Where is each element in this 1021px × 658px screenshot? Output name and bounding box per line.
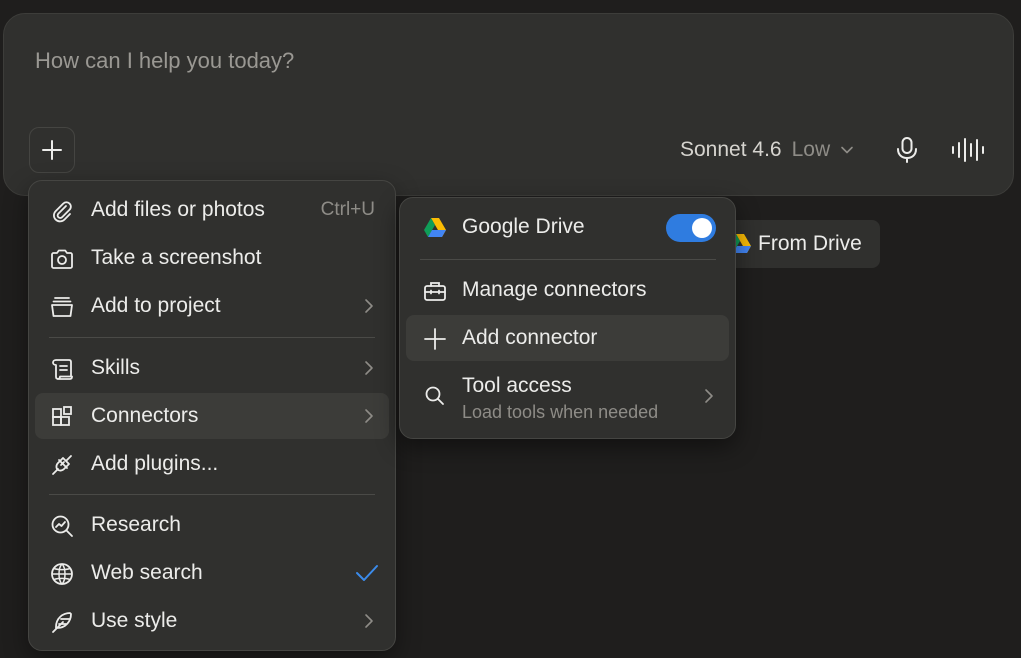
camera-icon (51, 249, 73, 269)
toggle-knob (692, 218, 712, 238)
microphone-icon (897, 137, 917, 163)
manage-connectors-label: Manage connectors (462, 278, 647, 301)
search-icon (425, 386, 444, 405)
menu-item-label: Add plugins... (91, 452, 219, 475)
chevron-right-icon (365, 409, 373, 423)
voice-waveform-icon (952, 138, 984, 162)
menu-item-label: Add files or photos (91, 198, 265, 221)
chevron-right-icon (365, 361, 373, 375)
model-name: Sonnet 4.6 (680, 138, 782, 161)
prompt-input[interactable] (35, 48, 935, 74)
chevron-right-icon (705, 389, 713, 403)
add-connector-item[interactable]: Add connector (406, 315, 729, 361)
plus-icon (424, 328, 446, 350)
toolbox-icon (424, 282, 446, 301)
scroll-icon (52, 359, 73, 380)
tool-access-sublabel: Load tools when needed (462, 402, 659, 422)
menu-item-research[interactable]: Research (35, 502, 389, 548)
menu-item-connectors[interactable]: Connectors (35, 393, 389, 439)
tool-access-label: Tool access (462, 374, 572, 397)
add-connector-label: Add connector (462, 326, 598, 349)
project-box-icon (51, 297, 73, 317)
shortcut-hint: Ctrl+U (320, 199, 375, 220)
connectors-submenu: Google Drive Manage connectors Add conne… (399, 197, 736, 439)
connectors-grid-icon (52, 406, 72, 426)
plus-icon (42, 140, 62, 160)
add-content-button[interactable] (29, 127, 75, 173)
microphone-button[interactable] (894, 136, 920, 169)
menu-divider (49, 337, 375, 338)
menu-item-label: Add to project (91, 294, 221, 317)
add-content-menu: Add files or photos Ctrl+U Take a screen… (28, 180, 396, 651)
tool-access-item[interactable]: Tool access Load tools when needed (406, 363, 729, 429)
connector-google-drive[interactable]: Google Drive (406, 204, 729, 250)
menu-item-label: Research (91, 513, 181, 536)
plug-icon (52, 455, 72, 475)
menu-item-take-screenshot[interactable]: Take a screenshot (35, 235, 389, 281)
google-drive-toggle[interactable] (666, 214, 716, 242)
menu-divider (49, 494, 375, 495)
research-icon (51, 515, 73, 537)
paperclip-icon (53, 201, 72, 223)
menu-item-label: Connectors (91, 404, 199, 427)
checkmark-icon (356, 565, 378, 581)
chat-composer: Sonnet 4.6 Low (3, 13, 1014, 196)
menu-item-add-to-project[interactable]: Add to project (35, 283, 389, 329)
menu-item-use-style[interactable]: Use style (35, 598, 389, 644)
feather-icon (52, 612, 72, 633)
chevron-right-icon (365, 299, 373, 313)
menu-item-skills[interactable]: Skills (35, 345, 389, 391)
menu-item-add-files[interactable]: Add files or photos Ctrl+U (35, 187, 389, 233)
menu-item-add-plugins[interactable]: Add plugins... (35, 441, 389, 487)
effort-level: Low (791, 138, 831, 161)
google-drive-icon (424, 218, 446, 237)
manage-connectors-item[interactable]: Manage connectors (406, 267, 729, 313)
menu-item-label: Use style (91, 609, 178, 632)
chevron-right-icon (365, 614, 373, 628)
menu-item-label: Take a screenshot (91, 246, 262, 269)
from-drive-button[interactable]: From Drive (716, 220, 880, 268)
from-drive-label: From Drive (758, 232, 862, 255)
model-selector[interactable]: Sonnet 4.6 Low (680, 138, 854, 162)
menu-item-label: Web search (91, 561, 203, 584)
menu-item-label: Skills (91, 356, 141, 379)
globe-icon (51, 563, 73, 586)
connector-label: Google Drive (462, 215, 585, 238)
menu-divider (420, 259, 716, 260)
voice-mode-button[interactable] (951, 136, 985, 169)
chevron-down-icon (841, 146, 853, 154)
menu-item-web-search[interactable]: Web search (35, 550, 389, 596)
